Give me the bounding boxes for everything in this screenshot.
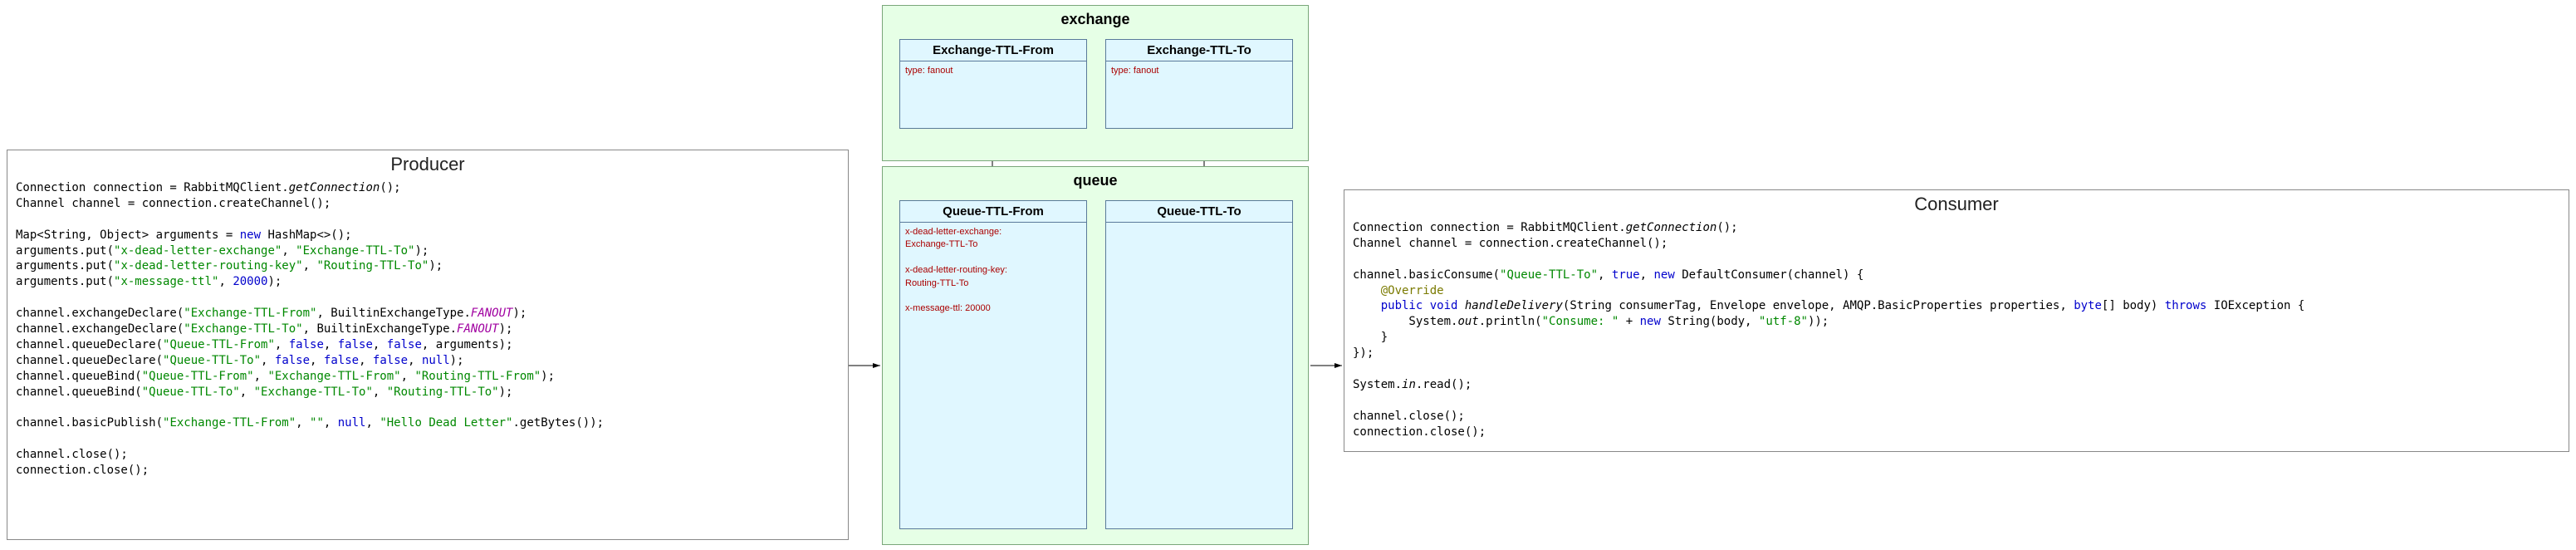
exchange-ttl-to-title: Exchange-TTL-To	[1106, 40, 1292, 61]
queue-ttl-from: Queue-TTL-From x-dead-letter-exchange:Ex…	[899, 200, 1087, 529]
consumer-code: Connection connection = RabbitMQClient.g…	[1344, 220, 2569, 446]
consumer-title: Consumer	[1344, 190, 2569, 220]
consumer-panel: Consumer Connection connection = RabbitM…	[1344, 189, 2569, 452]
exchange-ttl-to-body: type: fanout	[1106, 61, 1292, 81]
exchange-group-title: exchange	[883, 6, 1308, 32]
queue-ttl-to-title: Queue-TTL-To	[1106, 201, 1292, 223]
exchange-ttl-to: Exchange-TTL-To type: fanout	[1105, 39, 1293, 129]
exchange-ttl-from: Exchange-TTL-From type: fanout	[899, 39, 1087, 129]
queue-group: queue Queue-TTL-From x-dead-letter-excha…	[882, 166, 1309, 545]
queue-ttl-to: Queue-TTL-To	[1105, 200, 1293, 529]
exchange-ttl-from-title: Exchange-TTL-From	[900, 40, 1086, 61]
producer-title: Producer	[7, 150, 848, 180]
exchange-ttl-from-body: type: fanout	[900, 61, 1086, 81]
producer-code: Connection connection = RabbitMQClient.g…	[7, 180, 848, 485]
queue-ttl-from-body: x-dead-letter-exchange:Exchange-TTL-Tox-…	[900, 223, 1086, 319]
producer-panel: Producer Connection connection = RabbitM…	[7, 150, 849, 540]
exchange-group: exchange Exchange-TTL-From type: fanout …	[882, 5, 1309, 161]
queue-ttl-to-body	[1106, 223, 1292, 229]
queue-group-title: queue	[883, 167, 1308, 193]
queue-ttl-from-title: Queue-TTL-From	[900, 201, 1086, 223]
